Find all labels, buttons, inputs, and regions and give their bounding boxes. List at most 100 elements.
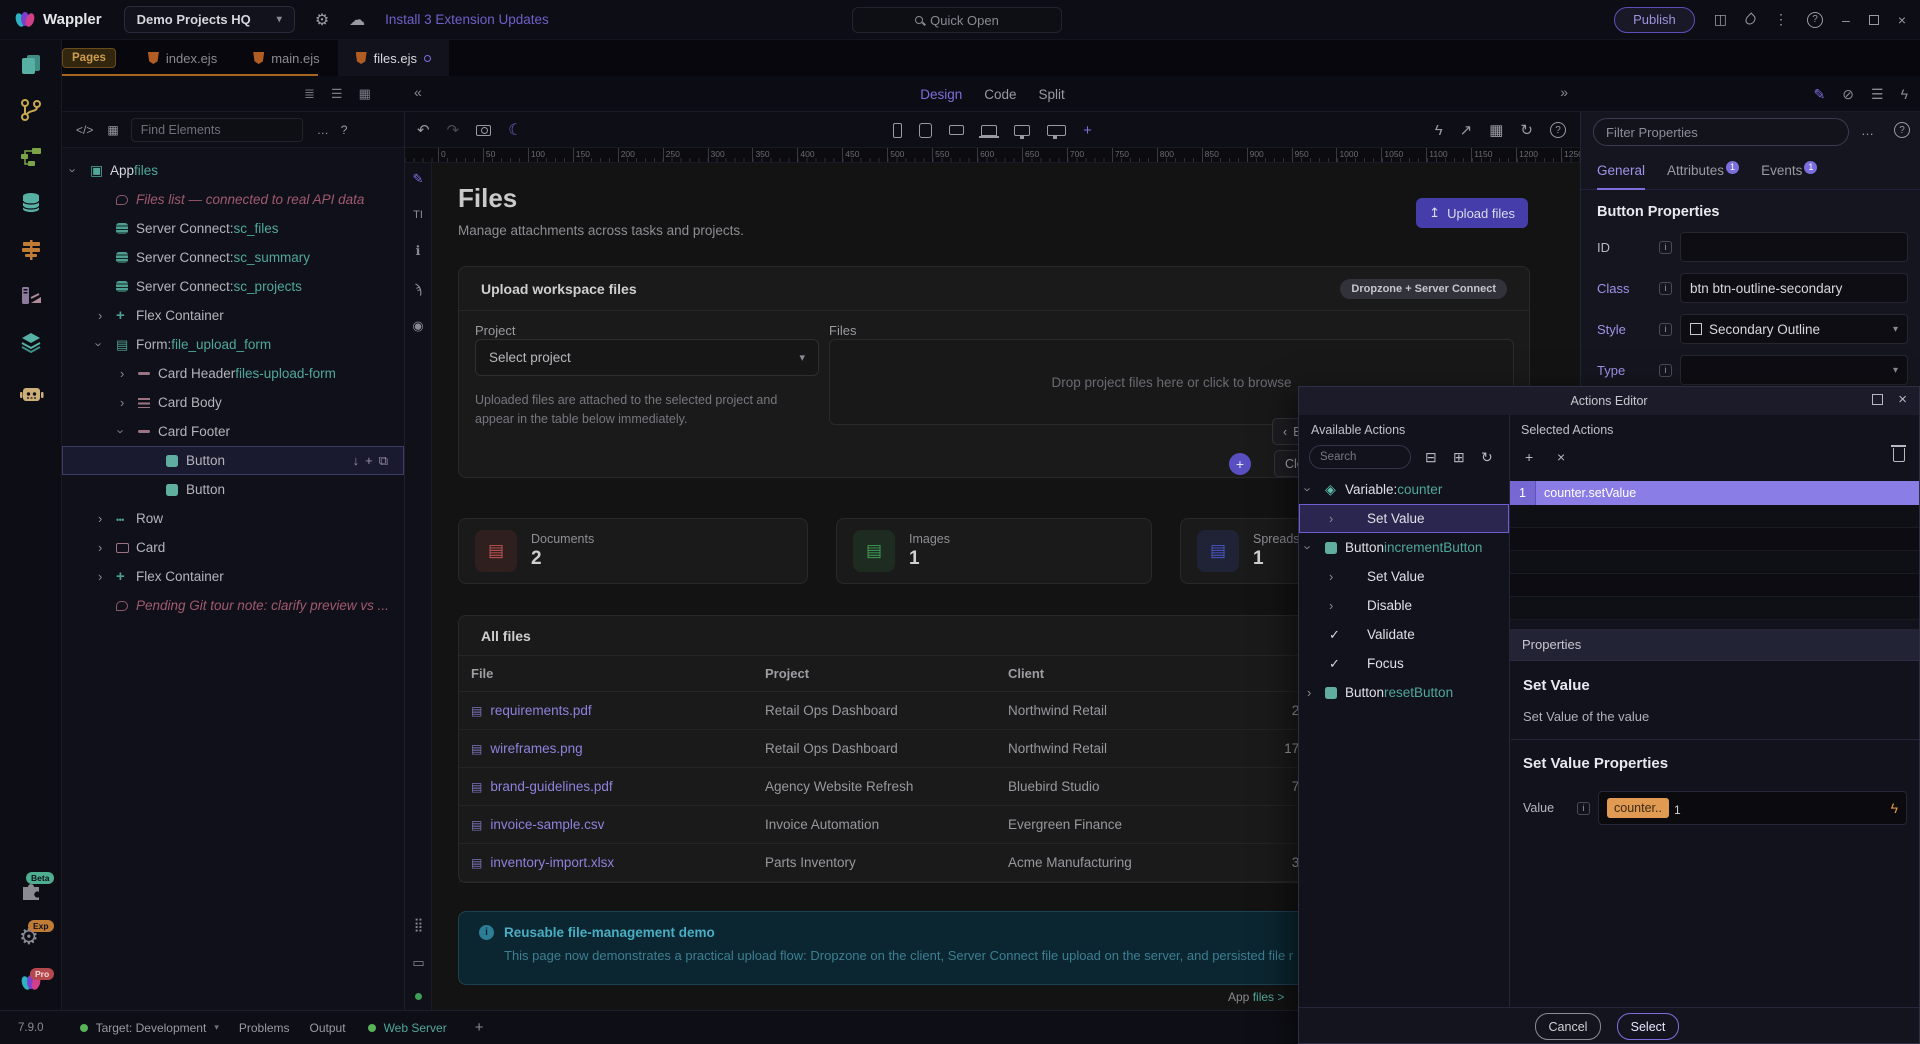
file-tab[interactable]: index.ejs [130, 40, 235, 76]
find-elements-input[interactable]: Find Elements [131, 118, 303, 142]
grid-view-icon[interactable]: ▦ [359, 86, 371, 102]
breadcrumb[interactable]: App files > [1228, 990, 1284, 1004]
add-action-icon[interactable]: + [1525, 445, 1533, 469]
file-link[interactable]: wireframes.png [490, 741, 582, 756]
tree-row[interactable]: Server Connect: sc_projects ↓+⧉ [62, 272, 404, 301]
tree-chevron-icon[interactable] [120, 366, 138, 381]
tree-row[interactable]: Row ↓+⧉ [62, 504, 404, 533]
restore-window-icon[interactable] [1869, 15, 1879, 25]
layers-panel-icon[interactable] [19, 331, 43, 355]
preview-eye-icon[interactable]: ◉ [412, 318, 423, 334]
extension-updates-link[interactable]: Install 3 Extension Updates [385, 12, 549, 27]
tree-chevron-icon[interactable] [98, 308, 116, 323]
tree-chevron-icon[interactable] [98, 569, 116, 584]
target-selector[interactable]: Target: Development ▾ [80, 1021, 219, 1035]
flows-panel-icon[interactable] [19, 145, 43, 169]
upload-files-button[interactable]: ↥ Upload files [1416, 198, 1528, 228]
property-control[interactable]: ▾ [1680, 355, 1908, 385]
trash-icon[interactable] [1893, 448, 1905, 462]
structure-grid-icon[interactable]: ▦ [107, 123, 118, 137]
file-link[interactable]: requirements.pdf [490, 703, 591, 718]
tree-row[interactable]: Flex Container ↓+⧉ [62, 301, 404, 330]
phone-device-icon[interactable] [893, 123, 902, 138]
unlink-icon[interactable]: ⊘ [1842, 86, 1854, 103]
structure-help-icon[interactable]: ? [341, 123, 348, 137]
tree-chevron-icon[interactable] [98, 540, 116, 555]
select-project-dropdown[interactable]: Select project ▾ [475, 339, 819, 376]
panel-help-icon[interactable]: ? [1894, 122, 1910, 138]
git-panel-icon[interactable] [19, 98, 43, 122]
select-button[interactable]: Select [1617, 1013, 1679, 1040]
tree-row[interactable]: Card ↓+⧉ [62, 533, 404, 562]
refresh-actions-icon[interactable]: ↻ [1481, 445, 1493, 469]
tree-chevron-icon[interactable] [1307, 685, 1325, 700]
water-drop-icon[interactable] [1743, 12, 1757, 26]
component-puppet-icon[interactable]: ϡ [414, 281, 422, 296]
element-list-icon[interactable]: ☰ [1871, 86, 1884, 103]
empty-action-slot[interactable] [1510, 505, 1919, 528]
settings-gear-icon[interactable]: ⚙ [315, 10, 329, 30]
laptop-device-icon[interactable] [981, 125, 997, 136]
pages-badge[interactable]: Pages [62, 48, 116, 68]
action-tree-row[interactable]: Focus [1299, 649, 1509, 678]
expand-all-icon[interactable]: ⊞ [1453, 445, 1465, 469]
web-server-button[interactable]: Web Server [368, 1021, 447, 1035]
kebab-menu-icon[interactable]: ⋮ [1774, 11, 1788, 28]
remove-action-icon[interactable]: × [1557, 445, 1565, 469]
action-tree-row[interactable]: Set Value [1299, 562, 1509, 591]
file-link[interactable]: brand-guidelines.pdf [490, 779, 612, 794]
binding-token[interactable]: counter.. [1607, 798, 1669, 818]
expression-builder-icon[interactable]: ϟ [1891, 800, 1898, 816]
file-tab[interactable]: files.ejs [338, 40, 449, 76]
property-control[interactable]: Secondary Outline ▾ [1680, 314, 1908, 344]
minimize-icon[interactable]: – [1842, 12, 1850, 28]
cancel-button[interactable]: Cancel [1535, 1013, 1601, 1040]
workflows-signpost-icon[interactable] [19, 238, 43, 262]
cloud-download-icon[interactable]: ☁ [349, 10, 365, 30]
tree-row[interactable]: Form: file_upload_form ↓+⧉ [62, 330, 404, 359]
output-button[interactable]: Output [310, 1021, 346, 1035]
code-view-icon[interactable]: </> [76, 123, 93, 137]
collapse-all-icon[interactable]: ⊟ [1425, 445, 1437, 469]
close-window-icon[interactable]: × [1898, 12, 1906, 28]
quick-open-search[interactable]: Quick Open [852, 7, 1062, 33]
design-help-icon[interactable]: ? [1550, 122, 1566, 138]
empty-action-slot[interactable] [1510, 551, 1919, 574]
tree-chevron-icon[interactable] [120, 424, 138, 439]
lightning-icon[interactable]: ϟ [1901, 86, 1908, 102]
desktop-device-icon[interactable] [1014, 125, 1030, 136]
server-data-panel-icon[interactable] [19, 284, 43, 308]
tree-chevron-icon[interactable] [98, 337, 116, 352]
tab-split[interactable]: Split [1039, 87, 1065, 102]
tree-chevron-icon[interactable] [1307, 540, 1325, 555]
empty-action-slot[interactable] [1510, 597, 1919, 620]
file-link[interactable]: inventory-import.xlsx [490, 855, 614, 870]
file-tab[interactable]: main.ejs [235, 40, 337, 76]
close-dialog-icon[interactable]: × [1898, 391, 1907, 408]
maximize-dialog-icon[interactable] [1872, 394, 1883, 405]
tree-row[interactable]: Card Header files-upload-form ↓+⧉ [62, 359, 404, 388]
value-expression-input[interactable]: counter.. 1 ϟ [1598, 791, 1907, 825]
tree-row[interactable]: App files ↓+⧉ [62, 156, 404, 185]
edit-element-icon[interactable]: ✎ [1814, 86, 1826, 103]
tree-chevron-icon[interactable] [98, 511, 116, 526]
filter-properties-input[interactable]: Filter Properties [1593, 118, 1849, 146]
problems-button[interactable]: Problems [239, 1021, 290, 1035]
pages-panel-icon[interactable] [19, 52, 43, 76]
properties-tab[interactable]: Events 1 [1761, 156, 1817, 190]
refresh-icon[interactable]: ↻ [1520, 121, 1533, 139]
tree-chevron-icon[interactable] [120, 395, 138, 410]
tree-row[interactable]: Server Connect: sc_summary ↓+⧉ [62, 243, 404, 272]
panel-more-icon[interactable]: … [1861, 123, 1874, 138]
action-tree-row[interactable]: Button incrementButton [1299, 533, 1509, 562]
ai-robot-panel-icon[interactable] [19, 382, 45, 406]
tree-chevron-icon[interactable] [1307, 482, 1325, 497]
tab-design[interactable]: Design [920, 87, 962, 102]
action-tree-row[interactable]: Variable: counter [1299, 475, 1509, 504]
edit-pencil-icon[interactable]: ✎ [413, 171, 424, 187]
expand-panel-icon[interactable]: » [1560, 84, 1568, 100]
inspect-info-icon[interactable]: ℹ [416, 243, 421, 259]
tree-chevron-icon[interactable] [1329, 627, 1347, 643]
empty-action-slot[interactable] [1510, 528, 1919, 551]
action-tree-row[interactable]: Validate [1299, 620, 1509, 649]
